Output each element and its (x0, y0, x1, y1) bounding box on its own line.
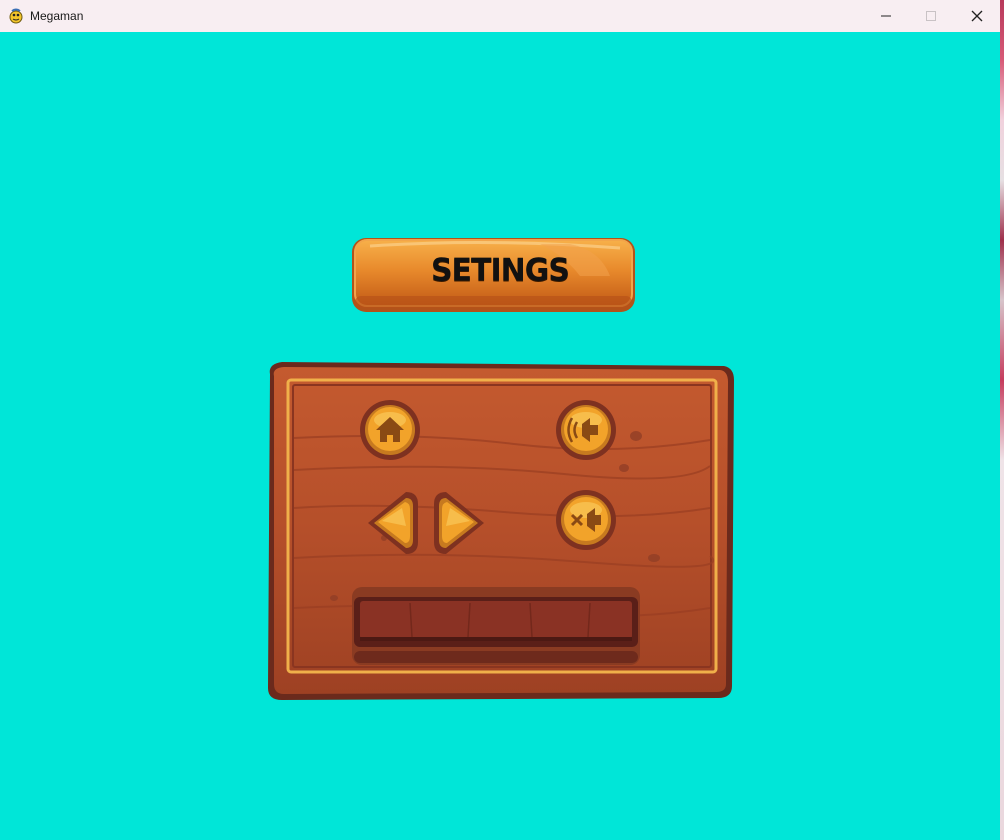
game-window: Megaman SETINGS (0, 0, 1004, 840)
minimize-icon (881, 15, 891, 17)
settings-heading-plank (352, 238, 635, 312)
window-titlebar[interactable]: Megaman (0, 0, 1000, 32)
maximize-icon (926, 11, 936, 21)
home-button[interactable] (358, 398, 422, 462)
volume-slider[interactable] (350, 585, 642, 669)
next-button[interactable] (428, 486, 490, 560)
sound-on-button[interactable] (554, 398, 618, 462)
mute-button[interactable] (554, 488, 618, 552)
close-button[interactable] (954, 0, 1000, 32)
minimize-button[interactable] (863, 0, 909, 32)
desktop-edge-right (1000, 0, 1004, 840)
pygame-snake-icon (9, 8, 23, 24)
previous-button[interactable] (362, 486, 424, 560)
close-icon (971, 10, 983, 22)
window-title: Megaman (30, 9, 84, 23)
maximize-button[interactable] (908, 0, 954, 32)
